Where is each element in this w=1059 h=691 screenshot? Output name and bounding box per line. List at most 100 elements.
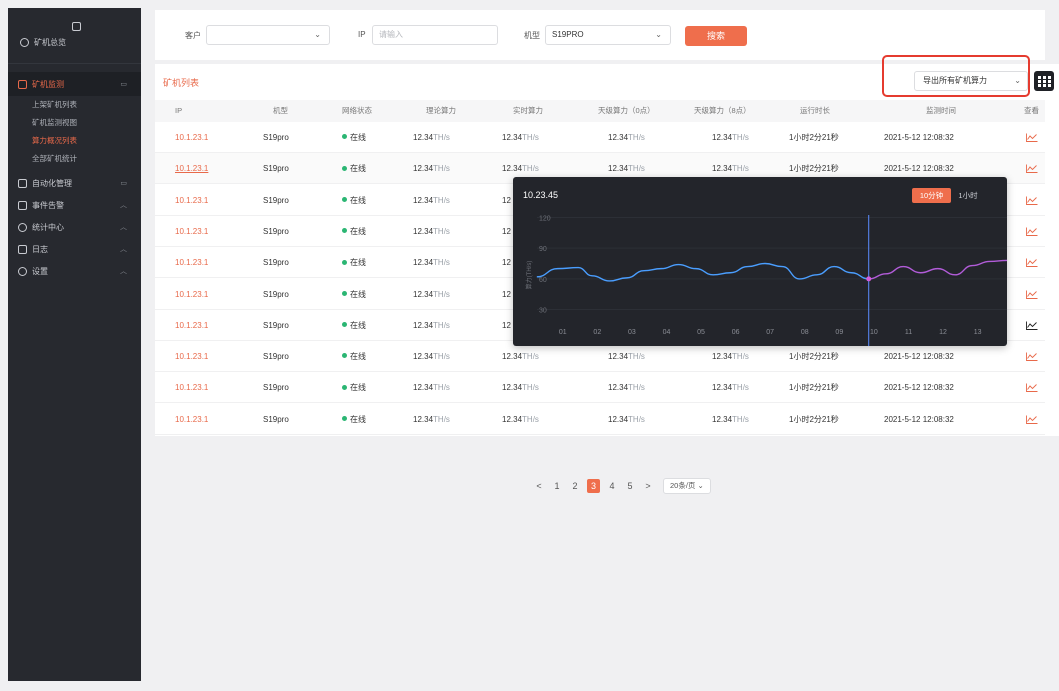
status-text: 在线 — [350, 195, 366, 205]
sidebar-item-alerts[interactable]: 事件告警 ︿ — [8, 194, 141, 216]
trend-chart-icon[interactable] — [1026, 164, 1038, 174]
cell-status: 在线 — [342, 279, 366, 310]
unit-text: TH/s — [433, 383, 450, 393]
cell-runtime: 1小时2分21秒 — [789, 404, 839, 435]
export-label: 导出所有矿机算力 — [923, 76, 987, 85]
cell-model: S19pro — [263, 122, 289, 153]
sidebar-subitem-hashrate-list[interactable]: 算力概况列表 — [8, 132, 141, 150]
cell-day8: 12.34TH/s — [712, 372, 749, 403]
panel-title: 矿机列表 — [163, 78, 200, 88]
ip-placeholder: 请输入 — [379, 30, 403, 39]
cell-model: S19pro — [263, 153, 289, 184]
cell-text: 12.34 — [608, 352, 629, 362]
page-button[interactable]: 1 — [548, 481, 566, 491]
cell-ip[interactable]: 10.1.23.1 — [175, 153, 208, 184]
hashrate-chart-popup: 10.23.45 10分钟 1小时 30 60 90 120 算力(TH/s) 01 02 0… — [513, 177, 1007, 346]
cell-ip[interactable]: 10.1.23.1 — [175, 310, 208, 341]
cell-ip[interactable]: 10.1.23.1 — [175, 341, 208, 372]
x-tick-label: 06 — [732, 329, 740, 336]
trend-chart-icon[interactable] — [1026, 321, 1038, 330]
cell-ip[interactable]: 10.1.23.1 — [175, 372, 208, 403]
y-axis-label: 算力(TH/s) — [525, 261, 533, 290]
cell-text: S19pro — [263, 226, 289, 236]
page-size-select[interactable]: 20条/页 ⌄ — [663, 478, 711, 494]
trend-chart-icon[interactable] — [1026, 290, 1038, 299]
x-tick-label: 01 — [559, 329, 567, 336]
unit-text: TH/s — [628, 164, 645, 174]
cell-ip[interactable]: 10.1.23.1 — [175, 404, 208, 435]
cell-text: 10.1.23.1 — [175, 320, 209, 330]
sidebar-item-stats[interactable]: 统计中心 ︿ — [8, 216, 141, 238]
cell-text: 12.34 — [712, 414, 733, 424]
export-hashrate-select[interactable]: 导出所有矿机算力 ⌄ — [914, 71, 1028, 91]
cell-text: 1小时2分21秒 — [789, 133, 839, 142]
cell-text: 10.1.23.1 — [175, 226, 209, 236]
unit-text: TH/s — [732, 383, 749, 393]
page-button[interactable]: 5 — [621, 481, 639, 491]
cell-realtime: 12.34TH/s — [502, 404, 539, 435]
cell-ip[interactable]: 10.1.23.1 — [175, 247, 208, 278]
cell-text: S19pro — [263, 320, 289, 330]
cell-ip[interactable]: 10.1.23.1 — [175, 216, 208, 247]
cell-ip[interactable]: 10.1.23.1 — [175, 122, 208, 153]
search-button[interactable]: 搜索 — [685, 26, 747, 46]
sidebar-subitem-monitor-view[interactable]: 矿机监测视图 — [8, 114, 141, 132]
sidebar-item-overview[interactable]: 矿机总览 — [20, 35, 141, 49]
cell-text: 12.34 — [413, 164, 434, 174]
cell-ip[interactable]: 10.1.23.1 — [175, 279, 208, 310]
cell-realtime: 12.34TH/s — [502, 372, 539, 403]
page-button-current[interactable]: 3 — [587, 479, 600, 493]
ip-label: IP — [358, 30, 366, 39]
cell-ip[interactable]: 10.1.23.1 — [175, 185, 208, 216]
online-dot-icon — [342, 134, 347, 140]
model-select[interactable]: S19PRO ⌄ — [545, 25, 671, 45]
cell-text: 12.34 — [413, 258, 434, 268]
cell-text: S19pro — [263, 289, 289, 299]
customer-select[interactable]: ⌄ — [206, 25, 330, 45]
column-header: 天级算力（8点） — [694, 106, 751, 115]
cell-text: 12.34 — [712, 383, 733, 393]
cell-status: 在线 — [342, 247, 366, 278]
grid-view-button[interactable] — [1034, 71, 1054, 91]
sidebar-subitem-shelf-list[interactable]: 上架矿机列表 — [8, 96, 141, 114]
trend-chart-icon[interactable] — [1026, 352, 1038, 362]
next-page-button[interactable]: > — [639, 481, 657, 491]
trend-chart-icon[interactable] — [1026, 258, 1038, 268]
filter-bar: 客户 ⌄ IP 请输入 机型 S19PRO ⌄ 搜索 — [155, 10, 1045, 60]
cell-status: 在线 — [342, 122, 366, 153]
unit-text: TH/s — [433, 352, 450, 362]
sidebar-subitem-all-stats[interactable]: 全部矿机统计 — [8, 150, 141, 168]
cell-text: 2021-5-12 12:08:32 — [884, 133, 954, 142]
cell-text: 12.34 — [413, 383, 434, 393]
ip-input[interactable]: 请输入 — [372, 25, 498, 45]
status-text: 在线 — [350, 383, 366, 393]
trend-chart-icon[interactable] — [1026, 383, 1038, 393]
trend-chart-icon[interactable] — [1026, 196, 1038, 205]
sidebar-item-settings[interactable]: 设置 ︿ — [8, 260, 141, 282]
sidebar-item-logs[interactable]: 日志 ︿ — [8, 238, 141, 260]
menu-icon[interactable] — [72, 22, 81, 31]
cell-realtime: 12 — [502, 185, 511, 216]
sidebar-item-monitor[interactable]: 矿机监测 ▭ — [8, 72, 141, 96]
page-button[interactable]: 4 — [603, 481, 621, 491]
cell-text: 12.34 — [413, 414, 434, 424]
page-button[interactable]: 2 — [566, 481, 584, 491]
prev-page-button[interactable]: < — [530, 481, 548, 491]
collapse-icon: ▭ — [120, 81, 127, 88]
sidebar-item-automation[interactable]: 自动化管理 ▭ — [8, 172, 141, 194]
cell-text: S19pro — [263, 195, 289, 205]
trend-chart-icon[interactable] — [1026, 133, 1038, 142]
trend-chart-icon[interactable] — [1026, 415, 1038, 424]
cell-status: 在线 — [342, 310, 366, 341]
cell-model: S19pro — [263, 247, 289, 278]
cell-text: 12 — [502, 320, 511, 330]
sidebar-item-label: 事件告警 — [32, 200, 64, 210]
unit-text: TH/s — [628, 133, 645, 142]
trend-chart-icon[interactable] — [1026, 227, 1038, 236]
cell-model: S19pro — [263, 310, 289, 341]
y-tick-label: 60 — [539, 277, 547, 284]
cell-day0: 12.34TH/s — [608, 404, 645, 435]
unit-text: TH/s — [628, 414, 645, 424]
unit-text: TH/s — [628, 383, 645, 393]
cell-text: 12.34 — [608, 133, 629, 142]
